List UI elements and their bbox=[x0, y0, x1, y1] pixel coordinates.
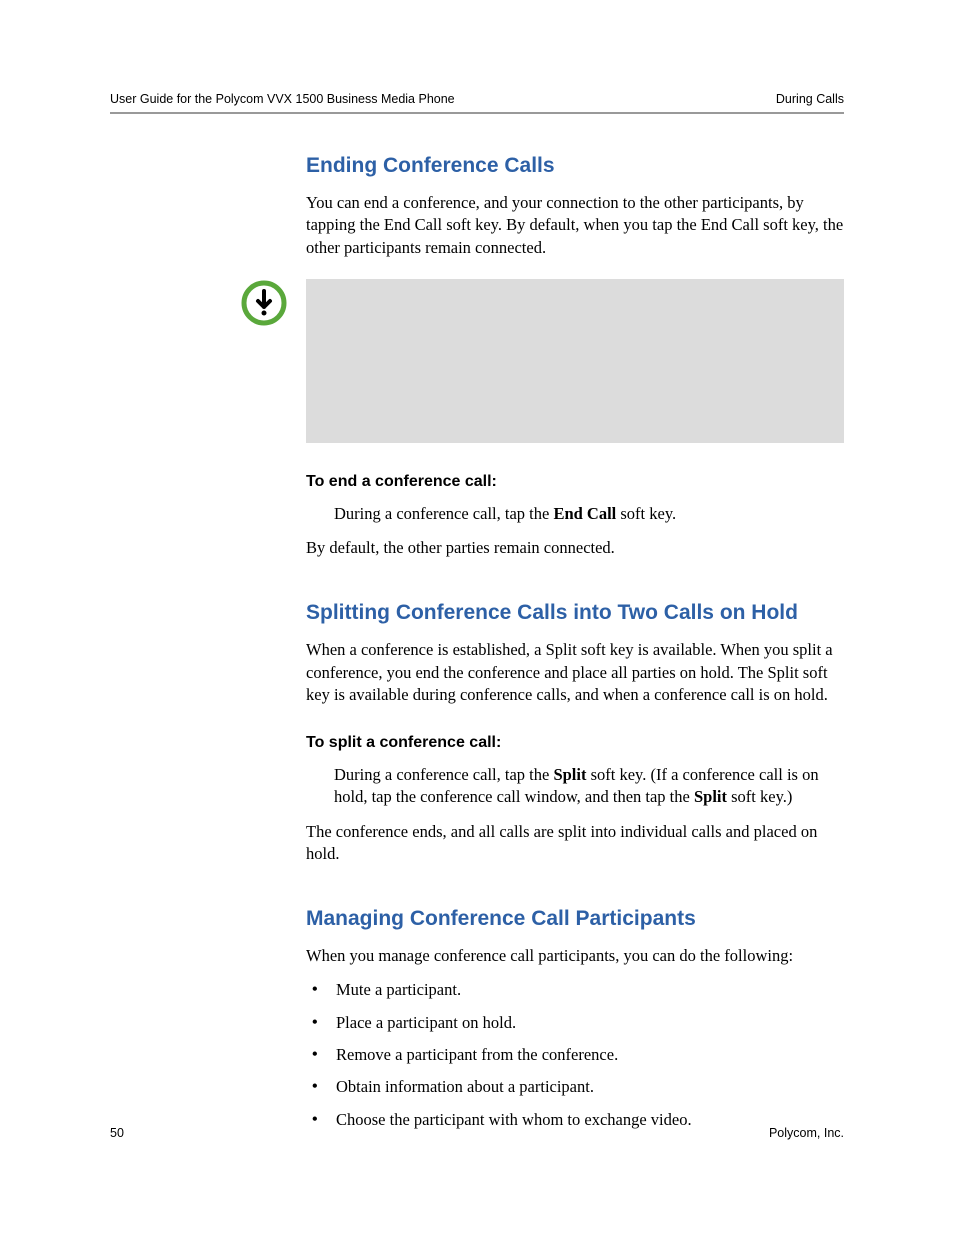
page-footer: 50 Polycom, Inc. bbox=[110, 1126, 844, 1140]
list-item: Place a participant on hold. bbox=[306, 1012, 844, 1034]
para-end-note: By default, the other parties remain con… bbox=[306, 537, 844, 559]
step-split-call: During a conference call, tap the Split … bbox=[334, 764, 844, 809]
company-name: Polycom, Inc. bbox=[769, 1126, 844, 1140]
page-number: 50 bbox=[110, 1126, 124, 1140]
list-item: Obtain information about a participant. bbox=[306, 1076, 844, 1098]
list-item: Remove a participant from the conference… bbox=[306, 1044, 844, 1066]
bold-split-1: Split bbox=[553, 765, 586, 784]
callout-box bbox=[306, 279, 844, 443]
para-manage-intro: When you manage conference call particip… bbox=[306, 945, 844, 967]
subhead-end-call: To end a conference call: bbox=[306, 473, 844, 491]
tip-icon bbox=[240, 279, 288, 332]
page-header: User Guide for the Polycom VVX 1500 Busi… bbox=[110, 92, 844, 114]
body-content: Ending Conference Calls You can end a co… bbox=[306, 114, 844, 259]
text: During a conference call, tap the bbox=[334, 765, 553, 784]
bold-split-2: Split bbox=[694, 787, 727, 806]
bullet-list: Mute a participant. Place a participant … bbox=[306, 979, 844, 1130]
document-page: User Guide for the Polycom VVX 1500 Busi… bbox=[0, 0, 954, 1235]
header-right: During Calls bbox=[776, 92, 844, 106]
step-end-call: During a conference call, tap the End Ca… bbox=[334, 503, 844, 525]
bold-end-call: End Call bbox=[553, 504, 616, 523]
text: soft key.) bbox=[727, 787, 792, 806]
callout-note bbox=[240, 279, 844, 443]
list-item: Mute a participant. bbox=[306, 979, 844, 1001]
subhead-split-call: To split a conference call: bbox=[306, 734, 844, 752]
para-split-intro: When a conference is established, a Spli… bbox=[306, 639, 844, 706]
heading-ending-conference: Ending Conference Calls bbox=[306, 154, 844, 178]
para-split-result: The conference ends, and all calls are s… bbox=[306, 821, 844, 866]
text: During a conference call, tap the bbox=[334, 504, 553, 523]
para-ending-intro: You can end a conference, and your conne… bbox=[306, 192, 844, 259]
body-content-cont: To end a conference call: During a confe… bbox=[306, 473, 844, 1131]
header-left: User Guide for the Polycom VVX 1500 Busi… bbox=[110, 92, 455, 106]
heading-managing: Managing Conference Call Participants bbox=[306, 907, 844, 931]
heading-splitting: Splitting Conference Calls into Two Call… bbox=[306, 601, 844, 625]
text: soft key. bbox=[616, 504, 676, 523]
